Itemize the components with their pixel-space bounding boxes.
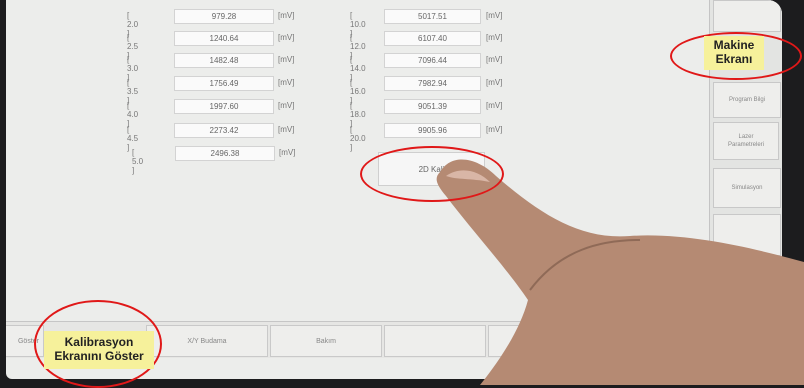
hand-shape [436,159,804,385]
callout-machine-screen: Makine Ekranı [704,36,764,70]
callout-show-calibration: Kalibrasyon Ekranını Göster [44,331,154,369]
highlight-ring-calibrate [360,146,504,202]
